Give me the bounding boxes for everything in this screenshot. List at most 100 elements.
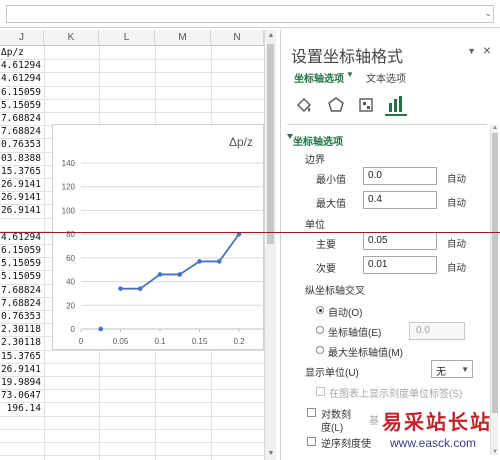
- data-point: [98, 326, 104, 332]
- y-tick-label: 40: [66, 278, 75, 287]
- cell[interactable]: 7.68824: [0, 112, 44, 125]
- reverse-order-checkbox[interactable]: [307, 437, 316, 446]
- cell[interactable]: 6.15059: [0, 244, 44, 257]
- formula-input[interactable]: [6, 5, 494, 23]
- min-label: 最小值: [316, 175, 346, 186]
- scroll-down-arrow-icon[interactable]: ▼: [267, 450, 275, 458]
- y-tick-label: 140: [62, 159, 76, 168]
- cross-label: 纵坐标轴交叉: [305, 286, 365, 297]
- watermark-text: 易采站长站: [382, 410, 492, 434]
- formula-bar: ⌄: [0, 0, 500, 28]
- major-label: 主要: [316, 240, 336, 251]
- minor-auto-button[interactable]: 自动: [447, 260, 466, 274]
- display-units-select[interactable]: 无 ▼: [431, 360, 473, 378]
- column-header-l[interactable]: L: [99, 30, 155, 46]
- cell[interactable]: 6.15059: [0, 86, 44, 99]
- section-axis-options[interactable]: 坐标轴选项: [293, 133, 343, 148]
- chevron-down-icon[interactable]: ▼: [346, 70, 354, 79]
- min-value-field[interactable]: 0.0: [363, 167, 437, 185]
- column-header-m[interactable]: M: [155, 30, 211, 46]
- sheet-vertical-scrollbar[interactable]: ▲ ▼: [264, 30, 276, 460]
- major-auto-button[interactable]: 自动: [447, 236, 466, 250]
- cell[interactable]: 73.0647: [0, 389, 44, 402]
- radio-cross-auto[interactable]: [316, 306, 324, 314]
- radio-cross-value[interactable]: [316, 326, 324, 334]
- cell[interactable]: 15.3765: [0, 350, 44, 363]
- pane-separator: [287, 124, 487, 125]
- axis-options-bar-chart-icon[interactable]: [385, 94, 407, 116]
- cell[interactable]: 26.9141: [0, 178, 44, 191]
- watermark: 易采站长站 www.easck.com: [360, 404, 500, 460]
- cell[interactable]: 2.30118: [0, 336, 44, 349]
- column-header-k[interactable]: K: [44, 30, 99, 46]
- cell[interactable]: 2.30118: [0, 323, 44, 336]
- column-header-n[interactable]: N: [211, 30, 264, 46]
- bounds-label: 边界: [305, 155, 325, 166]
- chart-title[interactable]: Δp/z: [229, 135, 253, 149]
- expand-formula-chevron-icon[interactable]: ⌄: [484, 8, 492, 19]
- radio-cross-max-label[interactable]: 最大坐标轴值(M): [328, 344, 403, 359]
- cell[interactable]: 26.9141: [0, 363, 44, 376]
- scroll-up-arrow-icon[interactable]: ▲: [491, 125, 499, 131]
- tab-text-options[interactable]: 文本选项: [366, 70, 406, 85]
- cell[interactable]: 5.15059: [0, 270, 44, 283]
- close-icon[interactable]: ×: [483, 42, 491, 58]
- cell[interactable]: 26.9141: [0, 191, 44, 204]
- row-gridline: [0, 442, 264, 443]
- log-scale-label-line2: 度(L): [321, 423, 344, 434]
- data-point: [137, 286, 143, 291]
- min-auto-button[interactable]: 自动: [447, 171, 466, 185]
- column-header-j[interactable]: J: [0, 30, 44, 46]
- major-unit-field[interactable]: 0.05: [363, 232, 437, 250]
- max-value-field[interactable]: 0.4: [363, 191, 437, 209]
- radio-cross-value-label[interactable]: 坐标轴值(E): [328, 324, 381, 339]
- minor-unit-field[interactable]: 0.01: [363, 256, 437, 274]
- cell[interactable]: 0.76353: [0, 138, 44, 151]
- cell[interactable]: 4.61294: [0, 72, 44, 85]
- cell[interactable]: 26.9141: [0, 204, 44, 217]
- cell[interactable]: Δp/z: [0, 46, 44, 59]
- cell[interactable]: 7.68824: [0, 284, 44, 297]
- max-auto-button[interactable]: 自动: [447, 195, 466, 209]
- effects-pentagon-icon[interactable]: [325, 94, 347, 116]
- data-point: [118, 286, 123, 291]
- cell[interactable]: 19.9894: [0, 376, 44, 389]
- data-point: [177, 272, 183, 277]
- x-tick-label: 0.2: [233, 337, 245, 346]
- y-tick-label: 120: [62, 183, 76, 192]
- minor-label: 次要: [316, 264, 336, 275]
- radio-cross-max[interactable]: [316, 346, 324, 354]
- y-tick-label: 0: [71, 325, 76, 334]
- cell[interactable]: 03.8388: [0, 152, 44, 165]
- cell[interactable]: 5.15059: [0, 257, 44, 270]
- chart-area[interactable]: 0 20 40 60 80 100 120 140 0 0.05 0.1 0.15 0.2 Δp/z: [52, 124, 265, 350]
- cell[interactable]: 196.14: [0, 402, 44, 415]
- row-gridline: [0, 455, 264, 457]
- pane-options-dropdown-icon[interactable]: ▼: [467, 46, 476, 56]
- cell[interactable]: 0.76353: [0, 310, 44, 323]
- log-scale-checkbox[interactable]: [307, 408, 316, 417]
- pane-scroll-thumb[interactable]: [492, 133, 498, 413]
- cell[interactable]: 7.68824: [0, 297, 44, 310]
- data-point: [157, 272, 163, 277]
- max-label: 最大值: [316, 199, 346, 210]
- y-tick-label: 20: [66, 301, 75, 310]
- fill-line-icon[interactable]: [293, 94, 315, 116]
- scroll-up-arrow-icon[interactable]: ▲: [267, 32, 275, 40]
- cell[interactable]: 7.68824: [0, 125, 44, 138]
- cell[interactable]: 15.3765: [0, 165, 44, 178]
- size-properties-icon[interactable]: [355, 94, 377, 116]
- cell[interactable]: [0, 218, 44, 231]
- radio-cross-auto-label[interactable]: 自动(O): [328, 304, 362, 319]
- show-units-checkbox[interactable]: [316, 387, 325, 396]
- x-tick-label: 0.15: [192, 337, 208, 346]
- pane-title: 设置坐标轴格式: [291, 49, 404, 66]
- y-tick-label: 60: [66, 254, 75, 263]
- cell[interactable]: 4.61294: [0, 59, 44, 72]
- worksheet: J K L M N Δp/z 4.61294 4.61294 6.15059 5.150…: [0, 30, 276, 460]
- scroll-thumb[interactable]: [267, 44, 274, 244]
- tab-axis-options[interactable]: 坐标轴选项: [294, 70, 344, 85]
- x-tick-label: 0.1: [154, 337, 166, 346]
- cell[interactable]: 5.15059: [0, 99, 44, 112]
- cross-value-field[interactable]: 0.0: [409, 322, 465, 340]
